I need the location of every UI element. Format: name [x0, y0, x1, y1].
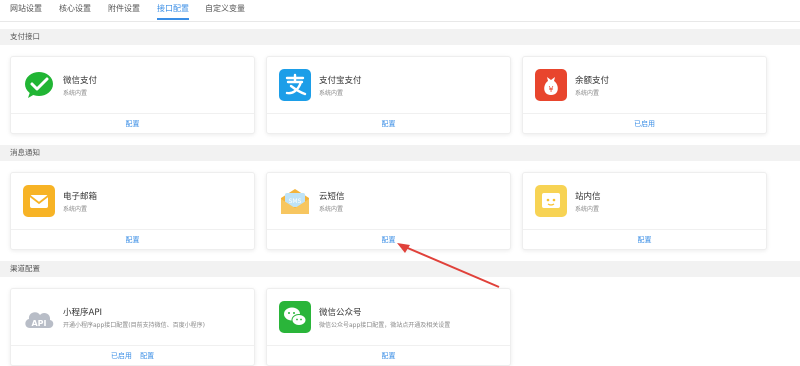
configure-link[interactable]: 配置 — [126, 120, 140, 128]
configure-link[interactable]: 配置 — [382, 236, 396, 244]
card-divider — [523, 229, 766, 230]
sms-icon: SMS — [279, 185, 311, 217]
card-desc: 系统内置 — [575, 206, 600, 213]
configure-link[interactable]: 配置 — [140, 352, 154, 360]
card-desc: 微信公众号app接口配置，微站点开通及相关设置 — [319, 322, 451, 329]
alipay-icon — [279, 69, 311, 101]
configure-link[interactable]: 配置 — [382, 120, 396, 128]
card-divider — [523, 113, 766, 114]
svg-text:SMS: SMS — [289, 198, 302, 205]
card-desc: 系统内置 — [63, 206, 88, 213]
wechat-pay-icon — [23, 69, 55, 101]
svg-text:API: API — [31, 319, 46, 328]
card-miniapp-api: API 小程序API 开通小程序app接口配置(目前支持微信、百度小程序) 已启… — [10, 288, 255, 366]
card-desc: 系统内置 — [319, 206, 344, 213]
card-wechat-official: 微信公众号 微信公众号app接口配置，微站点开通及相关设置 配置 — [266, 288, 511, 366]
card-divider — [11, 113, 254, 114]
active-tab-indicator — [157, 18, 189, 20]
tab-custom-variables[interactable]: 自定义变量 — [205, 3, 245, 14]
configure-link[interactable]: 配置 — [126, 236, 140, 244]
card-title: 云短信 — [319, 192, 345, 202]
configure-link[interactable]: 配置 — [382, 352, 396, 360]
envelope-icon — [23, 185, 55, 217]
card-alipay: 支付宝支付 系统内置 配置 — [266, 56, 511, 134]
card-title: 支付宝支付 — [319, 76, 362, 86]
svg-text:¥: ¥ — [548, 85, 553, 94]
tab-attachment-settings[interactable]: 附件设置 — [108, 3, 140, 14]
card-title: 电子邮箱 — [63, 192, 98, 202]
card-divider — [267, 229, 510, 230]
tab-bar: 网站设置 核心设置 附件设置 接口配置 自定义变量 — [0, 0, 800, 22]
card-email: 电子邮箱 系统内置 配置 — [10, 172, 255, 250]
card-divider — [267, 345, 510, 346]
card-sms: SMS 云短信 系统内置 配置 — [266, 172, 511, 250]
message-box-icon — [535, 185, 567, 217]
card-title: 站内信 — [575, 192, 601, 202]
card-wechat-pay: 微信支付 系统内置 配置 — [10, 56, 255, 134]
card-desc: 系统内置 — [575, 90, 600, 97]
card-desc: 开通小程序app接口配置(目前支持微信、百度小程序) — [63, 322, 205, 329]
card-divider — [11, 345, 254, 346]
section-notify-header: 消息通知 — [0, 145, 800, 161]
annotation-arrow-icon — [397, 243, 500, 288]
api-cloud-icon: API — [23, 301, 55, 333]
card-desc: 系统内置 — [63, 90, 88, 97]
card-title: 微信支付 — [63, 76, 98, 86]
card-site-message: 站内信 系统内置 配置 — [522, 172, 767, 250]
tab-core-settings[interactable]: 核心设置 — [59, 3, 91, 14]
enabled-status[interactable]: 已启用 — [111, 352, 132, 360]
configure-link[interactable]: 配置 — [638, 236, 652, 244]
money-bag-icon: ¥ — [535, 69, 567, 101]
card-divider — [11, 229, 254, 230]
tab-interface-config[interactable]: 接口配置 — [157, 3, 189, 14]
tab-site-settings[interactable]: 网站设置 — [10, 3, 42, 14]
enabled-status[interactable]: 已启用 — [634, 120, 655, 128]
card-title: 微信公众号 — [319, 308, 362, 318]
card-divider — [267, 113, 510, 114]
card-balance-pay: ¥ 余额支付 系统内置 已启用 — [522, 56, 767, 134]
card-desc: 系统内置 — [319, 90, 344, 97]
card-title: 小程序API — [63, 308, 102, 318]
wechat-icon — [279, 301, 311, 333]
card-title: 余额支付 — [575, 76, 610, 86]
section-payment-header: 支付接口 — [0, 29, 800, 45]
